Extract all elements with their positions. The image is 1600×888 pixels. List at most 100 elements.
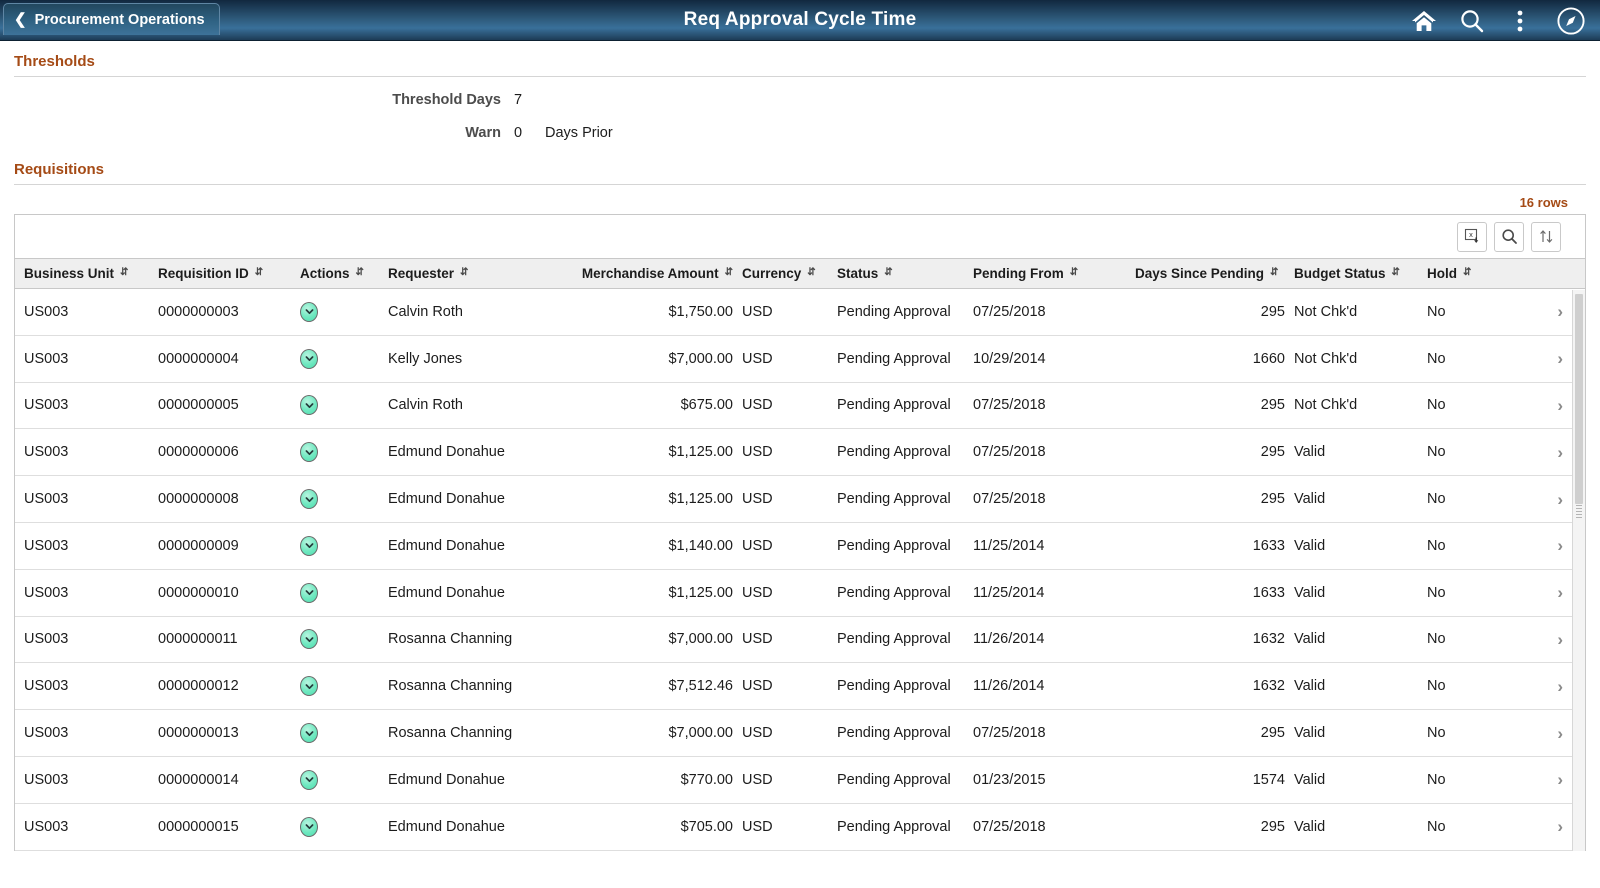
- table-row[interactable]: US003 0000000003 Calvin Roth $1,750.00 USD Pe…: [15, 289, 1585, 336]
- row-actions-chevron-icon[interactable]: [300, 442, 318, 463]
- sort-chevron-icon: ⇵: [1391, 266, 1400, 278]
- column-label: Hold: [1427, 266, 1457, 281]
- table-row[interactable]: US003 0000000008 Edmund Donahue $1,125.00 US…: [15, 476, 1585, 523]
- download-excel-icon[interactable]: x: [1457, 221, 1487, 252]
- column-header-pending-from[interactable]: Pending From ⇵: [973, 266, 1135, 281]
- cell-row-detail[interactable]: ›: [1485, 444, 1585, 461]
- cell-row-detail[interactable]: ›: [1485, 350, 1585, 367]
- column-header-requester[interactable]: Requester ⇵: [388, 266, 558, 281]
- table-row[interactable]: US003 0000000015 Edmund Donahue $705.00 USD P…: [15, 804, 1585, 851]
- cell-merchandise-amount: $7,000.00: [668, 725, 733, 742]
- cell-row-detail[interactable]: ›: [1485, 537, 1585, 554]
- grid-search-icon[interactable]: [1494, 221, 1524, 252]
- cell-currency: USD: [742, 350, 773, 367]
- chevron-right-icon[interactable]: ›: [1557, 397, 1563, 414]
- chevron-right-icon[interactable]: ›: [1557, 631, 1563, 648]
- cell-days-since-pending: 295: [1260, 397, 1285, 414]
- sort-chevron-icon: ⇵: [120, 266, 129, 278]
- cell-pending-from: 07/25/2018: [973, 725, 1046, 742]
- cell-row-detail[interactable]: ›: [1485, 725, 1585, 742]
- row-actions-chevron-icon[interactable]: [300, 676, 318, 697]
- navbar-compass-icon[interactable]: [1544, 0, 1592, 41]
- chevron-right-icon[interactable]: ›: [1557, 771, 1563, 788]
- table-row[interactable]: US003 0000000005 Calvin Roth $675.00 USD Pend…: [15, 383, 1585, 430]
- row-actions-chevron-icon[interactable]: [300, 629, 318, 650]
- column-header-days-since-pending[interactable]: Days Since Pending ⇵: [1135, 266, 1290, 281]
- table-row[interactable]: US003 0000000012 Rosanna Channing $7,512.46…: [15, 663, 1585, 711]
- thresholds-section-title: Thresholds: [14, 53, 95, 70]
- column-header-hold[interactable]: Hold ⇵: [1425, 266, 1485, 281]
- cell-hold: No: [1427, 771, 1446, 788]
- chevron-right-icon[interactable]: ›: [1557, 678, 1563, 695]
- cell-days-since-pending: 295: [1260, 818, 1285, 835]
- row-actions-chevron-icon[interactable]: [300, 816, 318, 837]
- column-header-budget-status[interactable]: Budget Status ⇵: [1290, 266, 1425, 281]
- warn-label: Warn: [465, 124, 501, 141]
- cell-merchandise-amount: $1,125.00: [668, 444, 733, 461]
- cell-row-detail[interactable]: ›: [1485, 491, 1585, 508]
- search-icon[interactable]: [1448, 0, 1496, 41]
- cell-budget-status: Not Chk'd: [1294, 303, 1358, 320]
- cell-status: Pending Approval: [837, 537, 951, 554]
- table-row[interactable]: US003 0000000014 Edmund Donahue $770.00 USD P…: [15, 757, 1585, 804]
- row-actions-chevron-icon[interactable]: [300, 535, 318, 556]
- cell-row-detail[interactable]: ›: [1485, 631, 1585, 648]
- row-actions-chevron-icon[interactable]: [300, 301, 318, 322]
- cell-status: Pending Approval: [837, 818, 951, 835]
- table-row[interactable]: US003 0000000009 Edmund Donahue $1,140.00 US…: [15, 523, 1585, 570]
- column-header-currency[interactable]: Currency ⇵: [733, 266, 837, 281]
- sort-chevron-icon: ⇵: [884, 266, 893, 278]
- home-icon[interactable]: [1400, 0, 1448, 41]
- warn-days-field: Warn 0 Days Prior: [14, 116, 1586, 149]
- table-row[interactable]: US003 0000000013 Rosanna Channing $7,000.00…: [15, 710, 1585, 757]
- row-actions-chevron-icon[interactable]: [300, 769, 318, 790]
- cell-actions: [298, 442, 388, 463]
- cell-pending-from: 07/25/2018: [973, 303, 1046, 320]
- cell-row-detail[interactable]: ›: [1485, 818, 1585, 835]
- row-actions-chevron-icon[interactable]: [300, 489, 318, 510]
- chevron-right-icon[interactable]: ›: [1557, 584, 1563, 601]
- grid-vertical-scrollbar[interactable]: [1572, 290, 1585, 851]
- cell-currency: USD: [742, 303, 773, 320]
- column-header-actions[interactable]: Actions ⇵: [298, 266, 388, 281]
- chevron-right-icon[interactable]: ›: [1557, 725, 1563, 742]
- chevron-right-icon[interactable]: ›: [1557, 491, 1563, 508]
- grid-sort-icon[interactable]: [1531, 221, 1561, 252]
- row-actions-chevron-icon[interactable]: [300, 395, 318, 416]
- cell-row-detail[interactable]: ›: [1485, 678, 1585, 695]
- column-header-business-unit[interactable]: Business Unit ⇵: [15, 266, 158, 281]
- cell-row-detail[interactable]: ›: [1485, 771, 1585, 788]
- scrollbar-thumb[interactable]: [1575, 294, 1583, 504]
- chevron-right-icon[interactable]: ›: [1557, 818, 1563, 835]
- cell-requisition-id: 0000000010: [158, 584, 239, 601]
- table-row[interactable]: US003 0000000011 Rosanna Channing $7,000.00…: [15, 617, 1585, 664]
- column-header-merchandise-amount[interactable]: Merchandise Amount ⇵: [558, 266, 733, 281]
- row-actions-chevron-icon[interactable]: [300, 582, 318, 603]
- cell-row-detail[interactable]: ›: [1485, 303, 1585, 320]
- chevron-right-icon[interactable]: ›: [1557, 444, 1563, 461]
- table-row[interactable]: US003 0000000006 Edmund Donahue $1,125.00 US…: [15, 429, 1585, 477]
- cell-requester: Calvin Roth: [388, 397, 463, 414]
- column-header-status[interactable]: Status ⇵: [837, 266, 973, 281]
- grid-toolbar: x: [15, 215, 1585, 259]
- actions-menu-icon[interactable]: [1496, 0, 1544, 41]
- row-actions-chevron-icon[interactable]: [300, 723, 318, 744]
- chevron-right-icon[interactable]: ›: [1557, 303, 1563, 320]
- cell-business-unit: US003: [24, 678, 69, 695]
- threshold-days-value[interactable]: 7: [514, 92, 528, 108]
- table-row[interactable]: US003 0000000004 Kelly Jones $7,000.00 USD Pe…: [15, 336, 1585, 383]
- cell-requisition-id: 0000000004: [158, 350, 239, 367]
- chevron-right-icon[interactable]: ›: [1557, 537, 1563, 554]
- column-header-requisition-id[interactable]: Requisition ID ⇵: [158, 266, 298, 281]
- cell-pending-from: 10/29/2014: [973, 350, 1046, 367]
- back-breadcrumb-tab[interactable]: ❮ Procurement Operations: [3, 3, 220, 35]
- cell-row-detail[interactable]: ›: [1485, 397, 1585, 414]
- cell-status: Pending Approval: [837, 771, 951, 788]
- warn-value[interactable]: 0: [514, 125, 528, 141]
- cell-row-detail[interactable]: ›: [1485, 584, 1585, 601]
- row-actions-chevron-icon[interactable]: [300, 348, 318, 369]
- cell-status: Pending Approval: [837, 678, 951, 695]
- cell-status: Pending Approval: [837, 491, 951, 508]
- table-row[interactable]: US003 0000000010 Edmund Donahue $1,125.00 US…: [15, 570, 1585, 617]
- chevron-right-icon[interactable]: ›: [1557, 350, 1563, 367]
